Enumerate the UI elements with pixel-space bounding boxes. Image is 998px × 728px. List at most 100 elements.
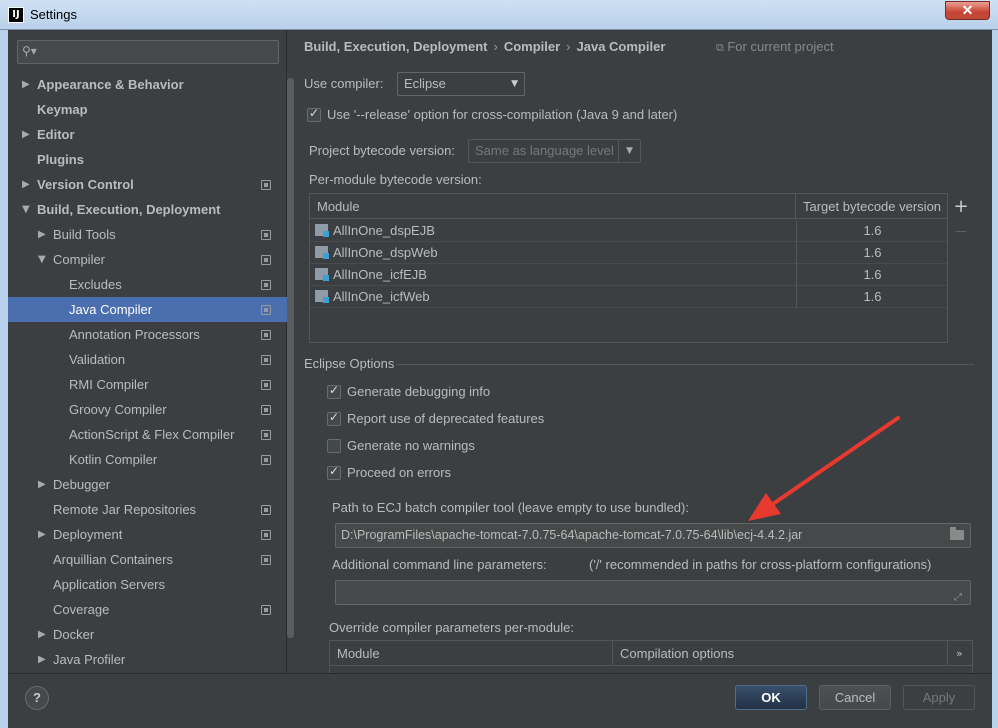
target-version-cell[interactable]: 1.6 (797, 242, 948, 264)
ok-button[interactable]: OK (735, 685, 807, 710)
sidebar-item-rmi-compiler[interactable]: RMI Compiler (8, 372, 287, 397)
sidebar-item-label: Build, Execution, Deployment (37, 202, 221, 217)
sidebar-item-coverage[interactable]: Coverage (8, 597, 287, 622)
sidebar-item-remote-jar-repositories[interactable]: Remote Jar Repositories (8, 497, 287, 522)
chevron-right-icon[interactable]: ▶ (38, 222, 46, 247)
dialog-footer: ? OK Cancel Apply (8, 673, 992, 728)
sidebar-item-label: RMI Compiler (69, 377, 149, 392)
sidebar-item-label: Version Control (37, 177, 134, 192)
project-scope-icon (261, 330, 271, 340)
target-version-cell[interactable]: 1.6 (797, 220, 948, 242)
expand-icon[interactable]: ⤢ (954, 586, 962, 604)
target-version-cell[interactable]: 1.6 (797, 264, 948, 286)
eclipse-option-checkbox[interactable] (327, 464, 341, 480)
sidebar-item-groovy-compiler[interactable]: Groovy Compiler (8, 397, 287, 422)
sidebar-item-arquillian-containers[interactable]: Arquillian Containers (8, 547, 287, 572)
module-icon (315, 246, 329, 259)
chevron-right-icon[interactable]: ▶ (38, 622, 46, 647)
sidebar-item-appearance-behavior[interactable]: ▶ Appearance & Behavior (8, 72, 287, 97)
remove-icon[interactable]: — (950, 224, 972, 238)
chevron-right-icon[interactable]: ▶ (38, 647, 46, 672)
title-bar: IJ Settings ✕ (0, 0, 998, 30)
project-scope-icon (261, 230, 271, 240)
apply-button[interactable]: Apply (903, 685, 975, 710)
java-compiler-panel: Build, Execution, Deployment › Compiler › Ja… (288, 30, 992, 673)
table-row[interactable]: AllInOne_dspWeb 1.6 (310, 242, 947, 264)
override-column-options[interactable]: Compilation options (613, 641, 948, 666)
sidebar-item-annotation-processors[interactable]: Annotation Processors (8, 322, 287, 347)
chevron-right-icon[interactable]: ▶ (22, 122, 30, 147)
per-module-table: Module Target bytecode version AllInOne_… (309, 193, 948, 343)
table-header: Module Target bytecode version (310, 194, 947, 219)
chevron-right-icon[interactable]: ▶ (38, 522, 46, 547)
target-version-cell[interactable]: 1.6 (797, 286, 948, 308)
chevron-right-icon[interactable]: ▶ (22, 172, 30, 197)
ecj-path-input[interactable]: D:\ProgramFiles\apache-tomcat-7.0.75-64\… (335, 523, 971, 548)
project-scope-icon (261, 255, 271, 265)
sidebar-item-application-servers[interactable]: Application Servers (8, 572, 287, 597)
sidebar-item-label: Plugins (37, 152, 84, 167)
module-name-cell: AllInOne_icfEJB (333, 267, 427, 282)
folder-icon[interactable] (950, 527, 964, 540)
eclipse-option-checkbox[interactable] (327, 439, 341, 453)
cancel-button[interactable]: Cancel (819, 685, 891, 710)
sidebar-item-label: Keymap (37, 102, 88, 117)
sidebar-item-label: Validation (69, 352, 126, 367)
eclipse-option-checkbox[interactable] (327, 383, 341, 399)
project-bytecode-select[interactable]: Same as language level ▼ (468, 139, 641, 163)
more-columns-icon[interactable]: » (948, 641, 974, 666)
column-header-module[interactable]: Module (310, 194, 796, 219)
breadcrumb-build: Build, Execution, Deployment (304, 39, 488, 54)
sidebar-item-docker[interactable]: ▶ Docker (8, 622, 287, 647)
chevron-right-icon[interactable]: ▶ (38, 472, 46, 497)
window-frame-left (0, 30, 8, 728)
use-compiler-select[interactable]: Eclipse ▼ (397, 72, 525, 96)
module-name-cell: AllInOne_dspWeb (333, 245, 438, 260)
sidebar-item-label: Arquillian Containers (53, 552, 173, 567)
module-name-cell: AllInOne_dspEJB (333, 223, 435, 238)
sidebar-item-java-compiler[interactable]: Java Compiler (8, 297, 287, 322)
release-option-checkbox[interactable] (307, 106, 321, 122)
sidebar-item-excludes[interactable]: Excludes (8, 272, 287, 297)
sidebar-item-label: Java Compiler (69, 302, 153, 317)
help-button[interactable]: ? (25, 686, 49, 710)
sidebar-item-kotlin-compiler[interactable]: Kotlin Compiler (8, 447, 287, 472)
chevron-down-icon[interactable]: ▼ (38, 247, 46, 272)
chevron-right-icon[interactable]: ▶ (22, 72, 30, 97)
sidebar-item-label: Editor (37, 127, 75, 142)
project-bytecode-label: Project bytecode version: (309, 143, 455, 158)
table-row[interactable]: AllInOne_icfEJB 1.6 (310, 264, 947, 286)
sidebar-item-deployment[interactable]: ▶ Deployment (8, 522, 287, 547)
add-icon[interactable]: + (950, 196, 972, 217)
override-column-module[interactable]: Module (330, 641, 613, 666)
close-button[interactable]: ✕ (945, 1, 990, 20)
sidebar-item-debugger[interactable]: ▶ Debugger (8, 472, 287, 497)
sidebar-item-build-execution-deployment[interactable]: ▼ Build, Execution, Deployment (8, 197, 287, 222)
breadcrumb-java-compiler: Java Compiler (576, 39, 666, 54)
project-scope-icon (261, 355, 271, 365)
sidebar-item-validation[interactable]: Validation (8, 347, 287, 372)
sidebar-item-plugins[interactable]: Plugins (8, 147, 287, 172)
ecj-path-label: Path to ECJ batch compiler tool (leave e… (332, 500, 689, 515)
eclipse-option-label: Generate debugging info (347, 384, 491, 399)
search-input[interactable]: ⚲▾ (17, 40, 279, 64)
sidebar-item-label: Docker (53, 627, 95, 642)
eclipse-option-checkbox[interactable] (327, 410, 341, 426)
sidebar-item-version-control[interactable]: ▶ Version Control (8, 172, 287, 197)
settings-tree: ▶ Appearance & Behavior Keymap ▶ Editor Plugi… (8, 72, 287, 672)
additional-params-label: Additional command line parameters: (332, 557, 547, 572)
project-scope-icon (261, 455, 271, 465)
sidebar-item-java-profiler[interactable]: ▶ Java Profiler (8, 647, 287, 672)
release-option-label: Use '--release' option for cross-compila… (327, 107, 678, 122)
table-row[interactable]: AllInOne_icfWeb 1.6 (310, 286, 947, 308)
sidebar-item-editor[interactable]: ▶ Editor (8, 122, 287, 147)
table-row[interactable]: AllInOne_dspEJB 1.6 (310, 220, 947, 242)
additional-params-input[interactable]: ⤢ (335, 580, 971, 605)
sidebar-item-compiler[interactable]: ▼ Compiler (8, 247, 287, 272)
sidebar-item-label: Java Profiler (53, 652, 126, 667)
sidebar-item-actionscript-flex-compiler[interactable]: ActionScript & Flex Compiler (8, 422, 287, 447)
chevron-down-icon[interactable]: ▼ (22, 197, 30, 222)
column-header-target-version[interactable]: Target bytecode version (796, 194, 948, 219)
sidebar-item-build-tools[interactable]: ▶ Build Tools (8, 222, 287, 247)
sidebar-item-keymap[interactable]: Keymap (8, 97, 287, 122)
